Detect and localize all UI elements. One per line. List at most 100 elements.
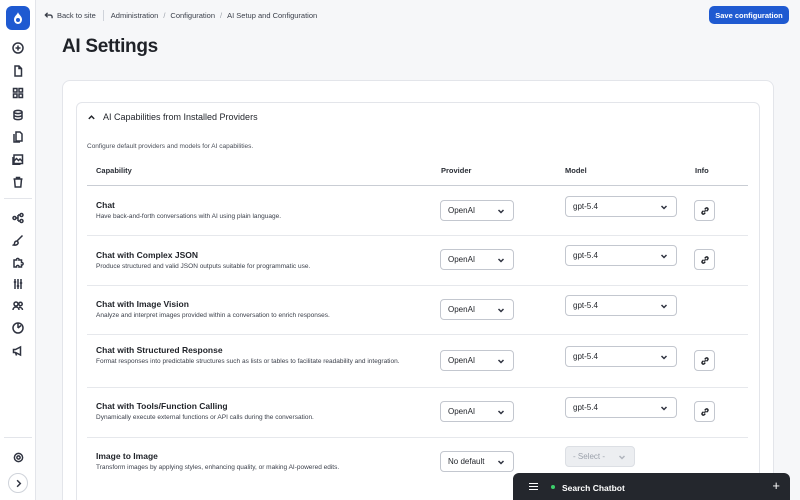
- provider-select[interactable]: OpenAI: [440, 350, 514, 371]
- capability-name: Chat with Structured Response: [96, 345, 223, 355]
- chatbot-bar[interactable]: Search Chatbot +: [513, 473, 790, 500]
- help-icon[interactable]: [8, 447, 28, 467]
- provider-value: No default: [448, 457, 485, 466]
- admin-sidebar: [0, 0, 36, 500]
- chevron-down-icon: [660, 252, 668, 260]
- save-configuration-button[interactable]: Save configuration: [709, 6, 789, 24]
- chevron-down-icon: [660, 404, 668, 412]
- menu-icon[interactable]: [529, 483, 538, 490]
- chevron-down-icon: [497, 408, 505, 416]
- row-divider: [87, 285, 748, 286]
- row-divider: [87, 235, 748, 236]
- capability-name: Image to Image: [96, 451, 158, 461]
- chevron-down-icon: [497, 306, 505, 314]
- chevron-down-icon: [497, 357, 505, 365]
- section-description: Configure default providers and models f…: [87, 143, 254, 150]
- online-status-dot: [551, 485, 555, 489]
- chevron-down-icon: [618, 453, 626, 461]
- model-select[interactable]: gpt-5.4: [565, 397, 677, 418]
- page-title: AI Settings: [62, 36, 158, 57]
- breadcrumb-configuration[interactable]: Configuration: [170, 11, 215, 20]
- announcements-icon[interactable]: [11, 344, 25, 358]
- provider-value: OpenAI: [448, 305, 476, 314]
- row-divider: [87, 387, 748, 388]
- capability-name: Chat: [96, 200, 115, 210]
- people-icon[interactable]: [11, 299, 25, 313]
- breadcrumb-separator: /: [163, 10, 166, 20]
- section-title: AI Capabilities from Installed Providers: [103, 112, 258, 122]
- appearance-icon[interactable]: [11, 233, 25, 247]
- plus-icon[interactable]: +: [772, 479, 780, 492]
- content-icon[interactable]: [11, 64, 25, 78]
- table-header-divider: [87, 185, 748, 186]
- reports-icon[interactable]: [11, 321, 25, 335]
- drupal-logo-icon[interactable]: [6, 6, 30, 30]
- chevron-down-icon: [660, 302, 668, 310]
- extend-icon[interactable]: [11, 255, 25, 269]
- media-icon[interactable]: [11, 152, 25, 166]
- provider-select[interactable]: No default: [440, 451, 514, 472]
- provider-value: OpenAI: [448, 255, 476, 264]
- capability-description: Format responses into predictable struct…: [96, 358, 400, 365]
- model-info-button[interactable]: [694, 200, 715, 221]
- structure-icon[interactable]: [11, 211, 25, 225]
- back-to-site-label: Back to site: [57, 10, 96, 20]
- model-value: gpt-5.4: [573, 251, 598, 260]
- model-value: gpt-5.4: [573, 301, 598, 310]
- model-info-button[interactable]: [694, 249, 715, 270]
- capability-description: Dynamically execute external functions o…: [96, 414, 314, 421]
- provider-value: OpenAI: [448, 356, 476, 365]
- database-icon[interactable]: [11, 108, 25, 122]
- back-arrow-icon: [44, 11, 53, 18]
- chevron-down-icon: [660, 353, 668, 361]
- provider-select[interactable]: OpenAI: [440, 401, 514, 422]
- model-value: gpt-5.4: [573, 352, 598, 361]
- model-value: - Select -: [573, 452, 606, 461]
- capability-description: Produce structured and valid JSON output…: [96, 263, 311, 270]
- capabilities-section-toggle[interactable]: AI Capabilities from Installed Providers: [87, 112, 258, 122]
- model-select[interactable]: gpt-5.4: [565, 295, 677, 316]
- provider-select[interactable]: OpenAI: [440, 299, 514, 320]
- link-icon: [700, 356, 709, 365]
- breadcrumb-ai-setup[interactable]: AI Setup and Configuration: [227, 11, 317, 20]
- config-icon[interactable]: [11, 277, 25, 291]
- column-header-capability: Capability: [96, 166, 132, 175]
- link-icon: [700, 206, 709, 215]
- chatbot-label: Search Chatbot: [562, 483, 625, 493]
- add-circle-icon[interactable]: [11, 41, 25, 55]
- capability-description: Have back-and-forth conversations with A…: [96, 213, 281, 220]
- provider-select[interactable]: OpenAI: [440, 200, 514, 221]
- link-icon: [700, 407, 709, 416]
- model-info-button[interactable]: [694, 350, 715, 371]
- model-select: - Select -: [565, 446, 635, 467]
- model-value: gpt-5.4: [573, 403, 598, 412]
- row-divider: [87, 334, 748, 335]
- column-header-model: Model: [565, 166, 587, 175]
- breadcrumb-separator: /: [220, 10, 223, 20]
- chevron-down-icon: [660, 203, 668, 211]
- capability-name: Chat with Image Vision: [96, 299, 189, 309]
- chevron-up-icon: [88, 114, 95, 119]
- capability-description: Transform images by applying styles, enh…: [96, 464, 340, 471]
- model-info-button[interactable]: [694, 401, 715, 422]
- provider-select[interactable]: OpenAI: [440, 249, 514, 270]
- chevron-down-icon: [497, 256, 505, 264]
- capability-name: Chat with Tools/Function Calling: [96, 401, 228, 411]
- provider-value: OpenAI: [448, 206, 476, 215]
- model-select[interactable]: gpt-5.4: [565, 346, 677, 367]
- blocks-icon[interactable]: [11, 86, 25, 100]
- trash-icon[interactable]: [11, 175, 25, 189]
- files-icon[interactable]: [11, 130, 25, 144]
- model-value: gpt-5.4: [573, 202, 598, 211]
- model-select[interactable]: gpt-5.4: [565, 245, 677, 266]
- sidebar-divider: [4, 437, 32, 438]
- sidebar-divider: [4, 198, 32, 199]
- column-header-info: Info: [695, 166, 709, 175]
- breadcrumb-administration[interactable]: Administration: [111, 11, 159, 20]
- capability-name: Chat with Complex JSON: [96, 250, 199, 260]
- expand-icon[interactable]: [8, 473, 28, 493]
- row-divider: [87, 437, 748, 438]
- provider-value: OpenAI: [448, 407, 476, 416]
- back-to-site-link[interactable]: Back to site: [44, 11, 96, 20]
- model-select[interactable]: gpt-5.4: [565, 196, 677, 217]
